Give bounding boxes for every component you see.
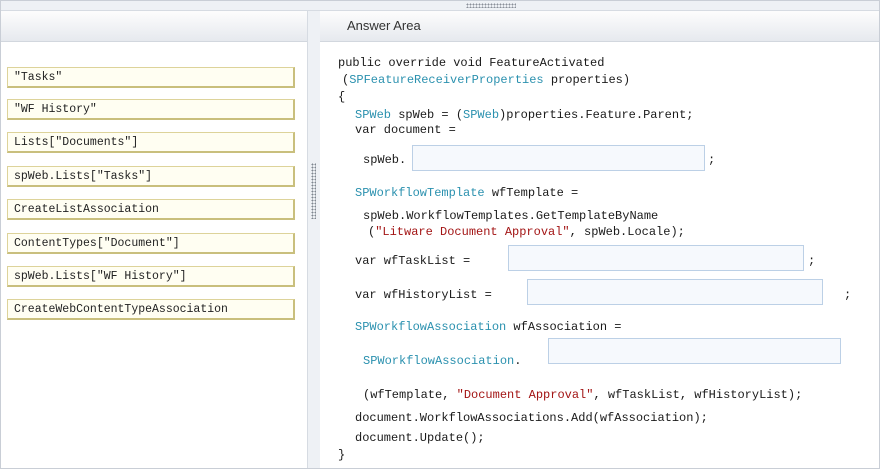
code-text: wfTemplate = <box>484 186 579 200</box>
code-line-2: (SPFeatureReceiverProperties properties) <box>342 73 630 87</box>
code-text: ; <box>844 288 852 302</box>
code-line-15: document.WorkflowAssociations.Add(wfAsso… <box>355 411 708 425</box>
code-string: "Document Approval" <box>456 388 594 402</box>
code-line-5: var document = <box>355 123 456 137</box>
option-spweb-lists-wf-history[interactable]: spWeb.Lists["WF History"] <box>7 266 295 287</box>
drop-target-document[interactable] <box>412 145 705 171</box>
code-text: var wfHistoryList = <box>355 288 492 302</box>
answer-area-pane: Answer Area public override void Feature… <box>320 11 879 468</box>
code-line-14: (wfTemplate, "Document Approval", wfTask… <box>363 388 802 402</box>
code-line-12: SPWorkflowAssociation wfAssociation = <box>355 320 621 334</box>
code-type-name: SPFeatureReceiverProperties <box>349 73 544 87</box>
options-pane-header <box>1 11 307 42</box>
option-contenttypes-document[interactable]: ContentTypes["Document"] <box>7 233 295 254</box>
code-line-11: var wfHistoryList = <box>355 288 492 302</box>
answer-area-title: Answer Area <box>347 18 421 33</box>
code-string: "Litware Document Approval" <box>375 225 570 239</box>
code-line-4: SPWeb spWeb = (SPWeb)properties.Feature.… <box>355 108 693 122</box>
code-text: , wfTaskList, wfHistoryList); <box>593 388 803 402</box>
option-create-list-association[interactable]: CreateListAssociation <box>7 199 295 220</box>
code-type-name: SPWorkflowAssociation <box>363 354 515 368</box>
code-type-name: SPWorkflowTemplate <box>355 186 485 200</box>
code-text: var wfTaskList = <box>355 254 471 268</box>
pane-splitter[interactable] <box>307 11 321 468</box>
top-bar <box>1 1 879 11</box>
option-lists-documents[interactable]: Lists["Documents"] <box>7 132 295 153</box>
code-text: ; <box>808 254 816 268</box>
code-line-9: ("Litware Document Approval", spWeb.Loca… <box>368 225 685 239</box>
code-text: )properties.Feature.Parent; <box>499 108 694 122</box>
code-line-1: public override void FeatureActivated <box>338 56 604 70</box>
code-text: document.WorkflowAssociations.Add(wfAsso… <box>355 411 708 425</box>
code-line-16: document.Update(); <box>355 431 485 445</box>
code-text: wfAssociation = <box>506 320 622 334</box>
code-line-8: spWeb.WorkflowTemplates.GetTemplateByNam… <box>363 209 658 223</box>
code-text: , spWeb.Locale); <box>569 225 685 239</box>
code-text: var document = <box>355 123 456 137</box>
code-line-6: spWeb. <box>363 153 406 167</box>
splitter-grip-icon[interactable] <box>311 163 316 219</box>
code-line-13: SPWorkflowAssociation. <box>363 354 521 368</box>
code-text: { <box>338 90 346 104</box>
code-text: public override void FeatureActivated <box>338 56 605 70</box>
code-line-10-end: ; <box>808 254 815 268</box>
code-text: spWeb. <box>363 153 407 167</box>
code-line-10: var wfTaskList = <box>355 254 470 268</box>
code-text: . <box>514 354 522 368</box>
code-text: spWeb = ( <box>391 108 464 122</box>
option-create-web-contenttype-association[interactable]: CreateWebContentTypeAssociation <box>7 299 295 320</box>
code-line-17: } <box>338 448 345 462</box>
code-line-3: { <box>338 90 345 104</box>
code-type-name: SPWorkflowAssociation <box>355 320 507 334</box>
answer-area-header: Answer Area <box>320 11 879 42</box>
code-text: ; <box>708 153 716 167</box>
code-text: document.Update(); <box>355 431 485 445</box>
drop-target-association-method[interactable] <box>548 338 841 364</box>
drop-target-wf-task-list[interactable] <box>508 245 804 271</box>
code-text: } <box>338 448 346 462</box>
resize-grip-icon[interactable] <box>466 3 516 8</box>
code-text: (wfTemplate, <box>363 388 457 402</box>
code-text: properties) <box>543 73 631 87</box>
drop-target-wf-history-list[interactable] <box>527 279 823 305</box>
option-wf-history-string[interactable]: "WF History" <box>7 99 295 120</box>
code-text: spWeb.WorkflowTemplates.GetTemplateByNam… <box>363 209 659 223</box>
code-line-7: SPWorkflowTemplate wfTemplate = <box>355 186 578 200</box>
code-type-name: SPWeb <box>463 108 500 122</box>
option-tasks-string[interactable]: "Tasks" <box>7 67 295 88</box>
window-frame: "Tasks" "WF History" Lists["Documents"] … <box>0 0 880 469</box>
code-type-name: SPWeb <box>355 108 392 122</box>
options-pane: "Tasks" "WF History" Lists["Documents"] … <box>1 11 307 468</box>
code-line-11-end: ; <box>844 288 851 302</box>
code-line-6-end: ; <box>708 153 715 167</box>
option-spweb-lists-tasks[interactable]: spWeb.Lists["Tasks"] <box>7 166 295 187</box>
